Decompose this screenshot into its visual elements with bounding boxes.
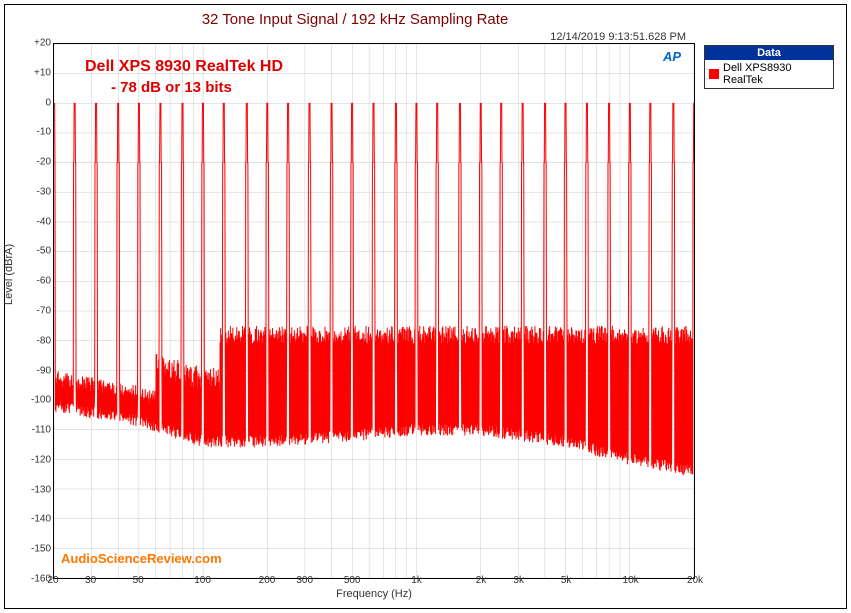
annotation-device: Dell XPS 8930 RealTek HD [85,57,283,78]
x-tick: 5k [561,575,572,586]
x-tick: 300 [296,575,313,586]
legend-header: Data [705,46,833,60]
legend-item: Dell XPS8930 RealTek [705,60,833,88]
watermark: AudioScienceReview.com [61,551,222,566]
chart-frame: 32 Tone Input Signal / 192 kHz Sampling … [4,4,847,609]
y-tick: -80 [17,335,51,346]
x-tick: 20 [47,575,58,586]
chart-title: 32 Tone Input Signal / 192 kHz Sampling … [5,11,705,28]
y-tick: -110 [17,425,51,436]
y-tick: -10 [17,127,51,138]
x-tick: 1k [411,575,422,586]
y-tick: +20 [17,38,51,49]
y-tick: +10 [17,67,51,78]
y-tick: -140 [17,514,51,525]
y-tick: -30 [17,186,51,197]
x-tick: 500 [344,575,361,586]
y-tick: -130 [17,484,51,495]
x-tick: 2k [476,575,487,586]
x-tick: 50 [133,575,144,586]
y-tick: -40 [17,216,51,227]
y-tick: -60 [17,276,51,287]
y-tick: 0 [17,97,51,108]
annotation-result: - 78 dB or 13 bits [111,79,232,96]
x-tick: 100 [194,575,211,586]
y-tick: -100 [17,395,51,406]
y-tick: -90 [17,365,51,376]
x-tick: 10k [623,575,639,586]
legend-item-label: Dell XPS8930 RealTek [723,62,829,86]
plot-area [53,43,695,579]
y-axis-label: Level (dBrA) [3,244,15,305]
x-tick: 200 [259,575,276,586]
x-tick: 20k [687,575,703,586]
y-tick: -50 [17,246,51,257]
y-tick: -20 [17,157,51,168]
timestamp: 12/14/2019 9:13:51.628 PM [550,31,686,43]
trace-svg [54,44,694,578]
legend-swatch [709,69,719,79]
y-tick: -160 [17,574,51,585]
y-tick: -120 [17,454,51,465]
legend: Data Dell XPS8930 RealTek [704,45,834,89]
y-tick: -70 [17,306,51,317]
y-tick: -150 [17,544,51,555]
x-tick: 30 [85,575,96,586]
x-tick: 3k [513,575,524,586]
x-axis-label: Frequency (Hz) [53,588,695,600]
